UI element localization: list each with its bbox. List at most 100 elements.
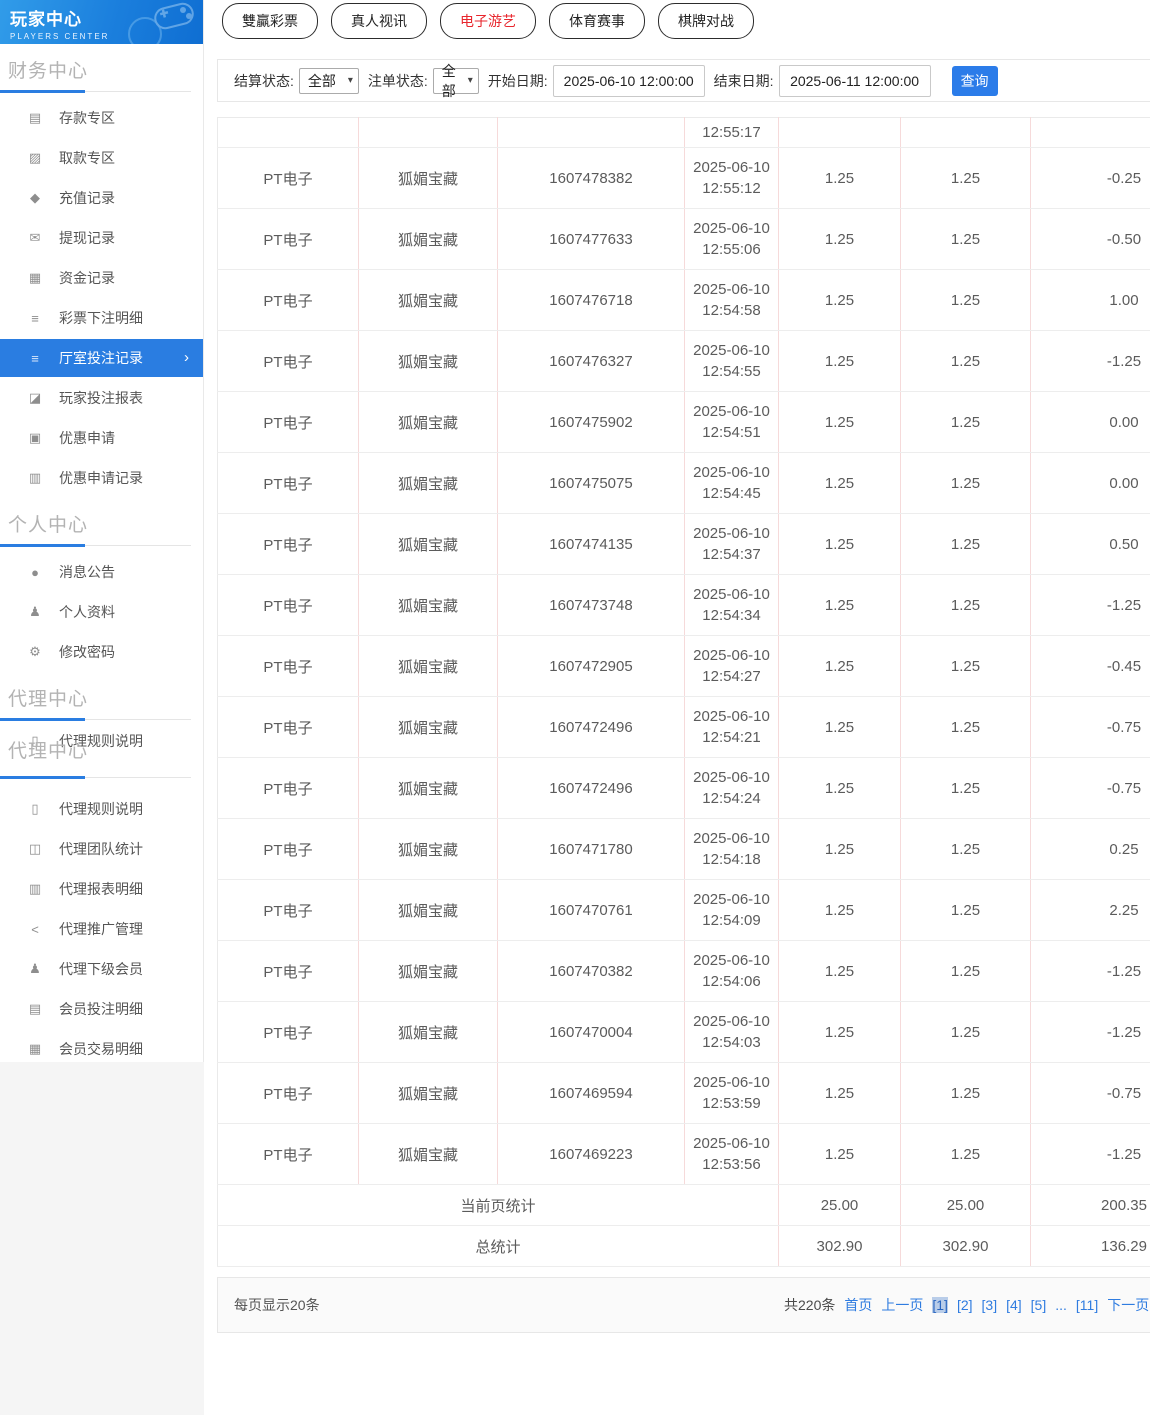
cell-order-no: 1607471780: [498, 819, 685, 880]
cell-bet-amount: 1.25: [779, 697, 901, 758]
summary-winloss: 136.29: [1031, 1226, 1150, 1267]
cell-bet-amount: 1.25: [779, 148, 901, 209]
summary-label: 当前页统计: [218, 1185, 779, 1226]
table-row: PT电子 狐媚宝藏 1607476327 2025-06-10 12:54:55…: [218, 331, 1150, 392]
prev-page-link[interactable]: 上一页: [881, 1295, 923, 1315]
cell-valid-bet: 1.25: [901, 209, 1031, 270]
cell-valid-bet: 1.25: [901, 453, 1031, 514]
cell-time: 2025-06-10 12:54:21: [685, 697, 779, 758]
cell-order-no: 1607472496: [498, 758, 685, 819]
sidebar-header: 玩家中心 PLAYERS CENTER: [0, 0, 203, 44]
cell-valid-bet: 1.25: [901, 636, 1031, 697]
page-link-2[interactable]: [2]: [957, 1297, 973, 1313]
wallet-icon: ✉: [26, 230, 44, 246]
sidebar-item-agent-promotion[interactable]: < 代理推广管理: [0, 909, 203, 949]
cell-time-line: 12:54:58: [685, 300, 778, 321]
tab-live-video[interactable]: 真人视讯: [331, 3, 427, 39]
sidebar-item-withdraw-records[interactable]: ✉ 提现记录: [0, 218, 203, 258]
cell-order-no: 1607470761: [498, 880, 685, 941]
sidebar-item-promo-apply-records[interactable]: ▥ 优惠申请记录: [0, 458, 203, 498]
cell-date-line: 2025-06-10: [685, 645, 778, 666]
sidebar-item-agent-team-stats[interactable]: ◫ 代理团队统计: [0, 829, 203, 869]
sidebar-item-profile[interactable]: ♟ 个人资料: [0, 592, 203, 632]
sidebar-item-agent-sub-members[interactable]: ♟ 代理下级会员: [0, 949, 203, 989]
cell-win-loss: -0.45: [1031, 636, 1150, 697]
section-agent-center: 代理中心: [0, 672, 203, 719]
cell-date-line: 2025-06-10: [685, 279, 778, 300]
first-page-link[interactable]: 首页: [844, 1295, 872, 1315]
sidebar-item-promo-apply[interactable]: ▣ 优惠申请: [0, 418, 203, 458]
deposit-card-icon: ▤: [26, 110, 44, 126]
tab-egames[interactable]: 电子游艺: [440, 3, 536, 39]
page-ellipsis-dots: ...: [1055, 1297, 1067, 1313]
next-page-link[interactable]: 下一页: [1107, 1295, 1149, 1315]
user-icon: ♟: [26, 604, 44, 620]
pagination-controls: 共220条 首页 上一页 [1][2][3][4][5]...[11] 下一页 …: [784, 1278, 1150, 1332]
cell-time-line: 12:55:06: [685, 239, 778, 260]
start-date-input[interactable]: [553, 65, 705, 97]
withdraw-hand-icon: ▨: [26, 150, 44, 166]
sidebar-item-recharge-records[interactable]: ◆ 充值记录: [0, 178, 203, 218]
cell-game-type: PT电子: [218, 392, 359, 453]
sidebar-item-label: 会员投注明细: [59, 999, 143, 1019]
doc-icon: ▯: [26, 801, 44, 817]
sidebar-item-player-bet-report[interactable]: ◪ 玩家投注报表: [0, 378, 203, 418]
cell-bet-amount: 1.25: [779, 1002, 901, 1063]
sidebar-item-label: 代理推广管理: [59, 919, 143, 939]
cell-order-no: 1607475075: [498, 453, 685, 514]
sidebar-item-announcements[interactable]: ● 消息公告: [0, 552, 203, 592]
sidebar-item-member-trade-details[interactable]: ▦ 会员交易明细: [0, 1029, 203, 1062]
cell-valid-bet: 1.25: [901, 514, 1031, 575]
order-status-select[interactable]: 全部 ▾: [433, 68, 479, 94]
sidebar-item-change-password[interactable]: ⚙ 修改密码: [0, 632, 203, 672]
page-link-1[interactable]: [1]: [932, 1297, 948, 1313]
sidebar-item-agent-report-details[interactable]: ▥ 代理报表明细: [0, 869, 203, 909]
cell-game-name: 狐媚宝藏: [359, 148, 498, 209]
cell-valid-bet: 1.25: [901, 758, 1031, 819]
sidebar-item-agent-rules[interactable]: ▯ 代理规则说明: [0, 789, 203, 829]
cell-valid-bet: 1.25: [901, 697, 1031, 758]
cell-order-no: 1607477633: [498, 209, 685, 270]
sidebar-item-label: 彩票下注明细: [59, 308, 143, 328]
cell-game-type: PT电子: [218, 758, 359, 819]
order-status-value: 全部: [442, 61, 463, 101]
cell-date-line: 2025-06-10: [685, 401, 778, 422]
sidebar-item-hall-bet-records[interactable]: ≡ 厅室投注记录 ›: [0, 339, 203, 377]
cell-time-line: 12:54:27: [685, 666, 778, 687]
cell-date-line: 2025-06-10: [685, 767, 778, 788]
cell-win-loss: -0.25: [1031, 148, 1150, 209]
sidebar-item-deposit[interactable]: ▤ 存款专区: [0, 98, 203, 138]
cell-win-loss: -0.75: [1031, 1063, 1150, 1124]
cell-bet-amount: 1.25: [779, 1124, 901, 1185]
cell-time: 2025-06-10 12:53:59: [685, 1063, 779, 1124]
cell-bet-amount: 1.25: [779, 1063, 901, 1124]
sidebar-item-label: 取款专区: [59, 148, 115, 168]
end-date-input[interactable]: [779, 65, 931, 97]
page-link-11[interactable]: [11]: [1076, 1297, 1098, 1313]
sidebar-item-funds-records[interactable]: ▦ 资金记录: [0, 258, 203, 298]
sidebar-item-member-bet-details[interactable]: ▤ 会员投注明细: [0, 989, 203, 1029]
table-row: PT电子 狐媚宝藏 1607470382 2025-06-10 12:54:06…: [218, 941, 1150, 1002]
tab-board-games[interactable]: 棋牌对战: [658, 3, 754, 39]
settle-status-select[interactable]: 全部 ▾: [299, 68, 359, 94]
summary-row-page: 当前页统计 25.00 25.00 200.35: [218, 1185, 1150, 1226]
cell-time: 2025-06-10 12:55:12: [685, 148, 779, 209]
table-row: PT电子 狐媚宝藏 1607471780 2025-06-10 12:54:18…: [218, 819, 1150, 880]
cell-valid-bet: 1.25: [901, 575, 1031, 636]
page-link-4[interactable]: [4]: [1006, 1297, 1022, 1313]
sidebar-item-withdraw-zone[interactable]: ▨ 取款专区: [0, 138, 203, 178]
pagination-bar: 每页显示20条 共220条 首页 上一页 [1][2][3][4][5]...[…: [217, 1277, 1150, 1333]
page-link-3[interactable]: [3]: [982, 1297, 998, 1313]
table-row: PT电子 狐媚宝藏 1607469223 2025-06-10 12:53:56…: [218, 1124, 1150, 1185]
page-ellipsis[interactable]: [5]: [1031, 1297, 1047, 1313]
bell-icon: ●: [26, 565, 44, 580]
member-bet-icon: ▤: [26, 1001, 44, 1017]
sidebar-item-lottery-bet-details[interactable]: ≡ 彩票下注明细: [0, 298, 203, 338]
tab-sports[interactable]: 体育赛事: [549, 3, 645, 39]
cell-valid-bet: 1.25: [901, 148, 1031, 209]
member-trade-icon: ▦: [26, 1041, 44, 1057]
search-button[interactable]: 查询: [952, 66, 998, 96]
sidebar-item-label: 存款专区: [59, 108, 115, 128]
gear-icon: ⚙: [26, 644, 44, 660]
tab-lottery[interactable]: 雙贏彩票: [222, 3, 318, 39]
